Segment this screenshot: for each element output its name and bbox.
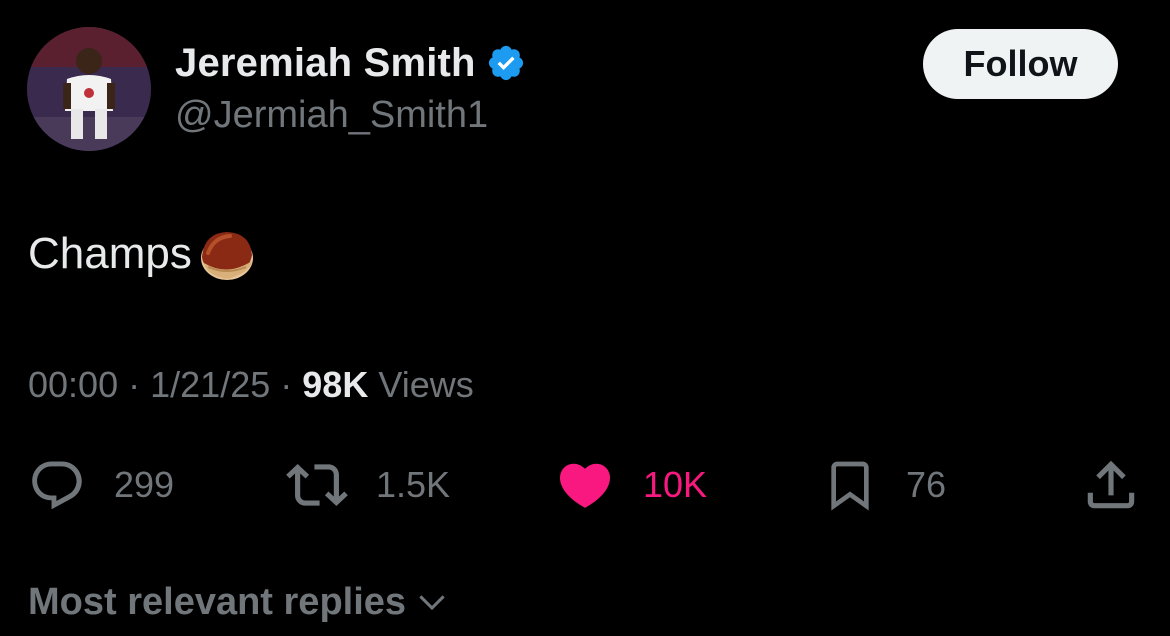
meta-separator: ·: [128, 364, 141, 405]
author-display-name[interactable]: Jeremiah Smith: [175, 38, 476, 88]
tweet-actions: 299 1.5K 10K 76: [0, 450, 1170, 520]
share-button[interactable]: [1080, 450, 1142, 520]
tweet-text: Champs: [28, 222, 256, 286]
repost-icon: [286, 464, 348, 506]
tweet-detail: Jeremiah Smith @Jermiah_Smith1 Follow Ch…: [0, 0, 1170, 636]
verified-badge-icon: [488, 45, 523, 81]
tweet-date[interactable]: 1/21/25: [150, 364, 270, 405]
views-label[interactable]: Views: [378, 364, 473, 405]
like-button[interactable]: 10K: [555, 450, 707, 520]
tweet-meta: 00:00 · 1/21/25 · 98K Views: [28, 360, 474, 410]
chevron-down-icon: [419, 595, 445, 611]
reply-icon: [32, 461, 82, 510]
replies-sort-dropdown[interactable]: Most relevant replies: [28, 575, 450, 629]
replies-sort-label: Most relevant replies: [28, 580, 407, 623]
views-count[interactable]: 98K: [302, 364, 368, 405]
author-avatar[interactable]: [27, 27, 151, 151]
author-handle[interactable]: @Jermiah_Smith1: [175, 90, 488, 140]
heart-filled-icon: [559, 463, 611, 508]
tweet-time[interactable]: 00:00: [28, 364, 118, 405]
tweet-text-content: Champs: [28, 229, 192, 278]
reply-count: 299: [114, 464, 175, 505]
bookmark-icon: [831, 461, 869, 511]
follow-button[interactable]: Follow: [923, 29, 1118, 99]
reply-button[interactable]: 299: [28, 450, 174, 520]
repost-count: 1.5K: [376, 464, 451, 505]
bookmark-count: 76: [906, 464, 947, 505]
like-count: 10K: [643, 464, 708, 505]
author-name-row[interactable]: Jeremiah Smith: [175, 38, 526, 88]
meta-separator: ·: [280, 364, 293, 405]
repost-button[interactable]: 1.5K: [286, 450, 450, 520]
chestnut-icon: [200, 232, 253, 280]
avatar-photo: [27, 27, 151, 151]
bookmark-button[interactable]: 76: [822, 450, 946, 520]
share-icon: [1087, 460, 1135, 509]
